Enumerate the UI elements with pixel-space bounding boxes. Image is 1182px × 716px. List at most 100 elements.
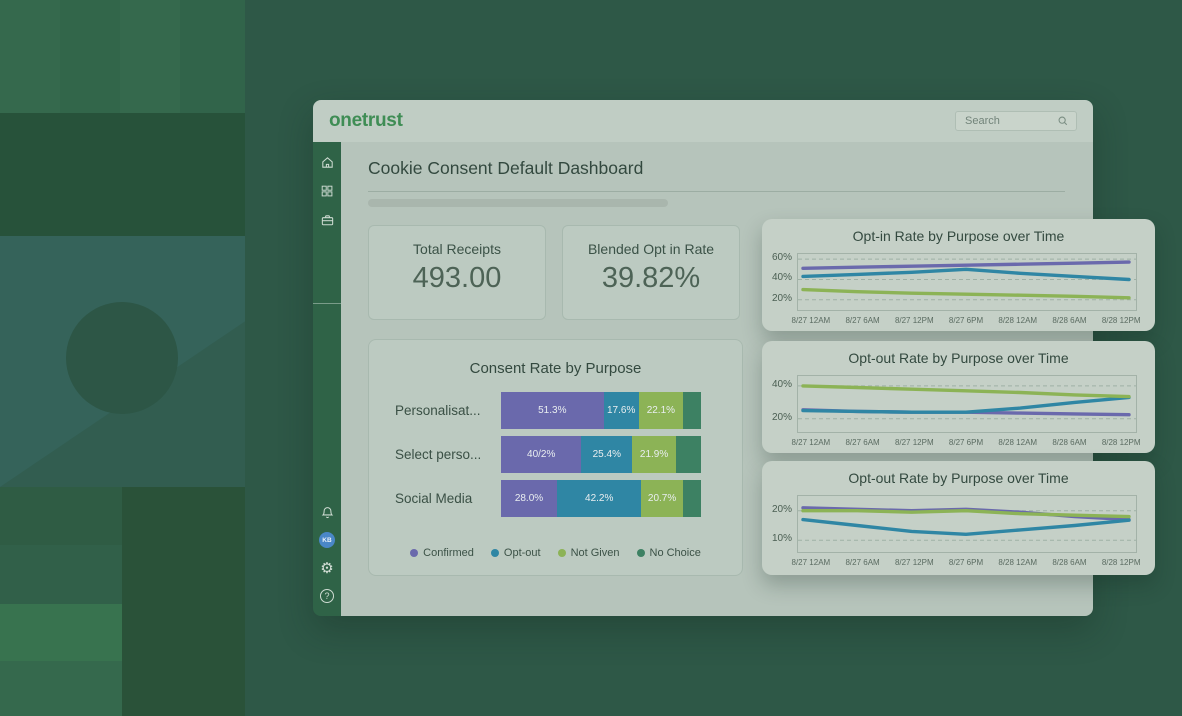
search-input[interactable] xyxy=(963,114,1057,128)
legend-item: Confirmed xyxy=(410,547,474,559)
chart-plot xyxy=(797,495,1137,553)
bar-track: 51.3% 17.6% 22.1% xyxy=(501,392,701,429)
legend-label: Opt-out xyxy=(504,547,541,559)
chart-title: Opt-in Rate by Purpose over Time xyxy=(762,228,1155,244)
bar-segment xyxy=(683,480,701,517)
legend-dot xyxy=(491,549,499,557)
page-title: Cookie Consent Default Dashboard xyxy=(368,158,643,179)
bar-segment: 21.9% xyxy=(632,436,676,473)
bar-segment: 20.7% xyxy=(641,480,682,517)
x-axis-label: 8/28 12PM xyxy=(1095,316,1147,325)
bar-segment-value: 51.3% xyxy=(538,405,566,416)
x-axis-label: 8/28 6AM xyxy=(1044,316,1096,325)
legend-item: Opt-out xyxy=(491,547,541,559)
x-axis-labels: 8/27 12AM8/27 6AM8/27 12PM8/27 6PM8/28 1… xyxy=(785,558,1147,567)
legend-item: Not Given xyxy=(558,547,620,559)
legend-dot xyxy=(410,549,418,557)
settings-gear-icon[interactable]: ⚙ xyxy=(319,560,335,576)
stat-card-blended-opt-in-rate: Blended Opt in Rate 39.82% xyxy=(562,225,740,320)
stat-value: 39.82% xyxy=(602,262,700,295)
bell-icon[interactable] xyxy=(319,504,335,520)
x-axis-label: 8/27 12AM xyxy=(785,558,837,567)
bar-row: Select perso... 40/2% 25.4% 21.9% xyxy=(383,436,728,473)
bar-track: 40/2% 25.4% 21.9% xyxy=(501,436,701,473)
consent-bar-rows: Personalisat... 51.3% 17.6% 22.1% Select per… xyxy=(383,392,728,524)
x-axis-labels: 8/27 12AM8/27 6AM8/27 12PM8/27 6PM8/28 1… xyxy=(785,438,1147,447)
x-axis-label: 8/28 12PM xyxy=(1095,558,1147,567)
line-chart: 20%40%60%8/27 12AM8/27 6AM8/27 12PM8/27 … xyxy=(762,247,1155,331)
x-axis-label: 8/27 12PM xyxy=(888,316,940,325)
stat-card-total-receipts: Total Receipts 493.00 xyxy=(368,225,546,320)
bg-shape xyxy=(0,113,245,236)
x-axis-label: 8/27 12PM xyxy=(888,558,940,567)
opt-in-rate-chart-card: Opt-in Rate by Purpose over Time 20%40%6… xyxy=(762,219,1155,331)
bar-row-label: Select perso... xyxy=(383,447,501,462)
bar-segment-value: 40/2% xyxy=(527,449,555,460)
y-axis-label: 60% xyxy=(762,252,792,263)
x-axis-label: 8/27 6PM xyxy=(940,438,992,447)
x-axis-label: 8/28 6AM xyxy=(1044,558,1096,567)
line-chart: 10%20%8/27 12AM8/27 6AM8/27 12PM8/27 6PM… xyxy=(762,489,1155,573)
bar-track: 28.0% 42.2% 20.7% xyxy=(501,480,701,517)
bar-segment: 42.2% xyxy=(557,480,641,517)
bar-row: Personalisat... 51.3% 17.6% 22.1% xyxy=(383,392,728,429)
stat-label: Total Receipts xyxy=(413,241,501,257)
user-avatar[interactable]: KB xyxy=(319,532,335,548)
y-axis-label: 40% xyxy=(762,379,792,390)
bg-shape xyxy=(60,0,120,113)
y-axis-label: 10% xyxy=(762,533,792,544)
apps-grid-icon[interactable] xyxy=(319,183,335,199)
bar-segment: 17.6% xyxy=(604,392,639,429)
legend-dot xyxy=(637,549,645,557)
bg-shape xyxy=(0,604,122,661)
bar-segment: 40/2% xyxy=(501,436,581,473)
briefcase-icon[interactable] xyxy=(319,212,335,228)
legend-item: No Choice xyxy=(637,547,701,559)
search-icon[interactable] xyxy=(1057,115,1069,127)
x-axis-label: 8/27 6PM xyxy=(940,558,992,567)
chart-plot xyxy=(797,375,1137,433)
bg-circle xyxy=(66,302,178,414)
bar-segment-value: 25.4% xyxy=(593,449,621,460)
opt-out-rate-chart-card-2: Opt-out Rate by Purpose over Time 10%20%… xyxy=(762,461,1155,575)
search-box[interactable] xyxy=(955,111,1077,131)
x-axis-label: 8/28 12AM xyxy=(992,438,1044,447)
bar-row-label: Personalisat... xyxy=(383,403,501,418)
chart-plot xyxy=(797,253,1137,311)
bg-shape xyxy=(0,661,122,716)
x-axis-label: 8/27 6AM xyxy=(837,316,889,325)
consent-rate-chart-card: Consent Rate by Purpose Personalisat...5… xyxy=(368,339,743,576)
x-axis-label: 8/28 12AM xyxy=(992,558,1044,567)
legend-dot xyxy=(558,549,566,557)
page-background: onetrust xyxy=(0,0,1182,716)
x-axis-label: 8/28 12AM xyxy=(992,316,1044,325)
x-axis-label: 8/27 6PM xyxy=(940,316,992,325)
bar-segment xyxy=(683,392,701,429)
legend-label: No Choice xyxy=(650,547,701,559)
home-icon[interactable] xyxy=(319,154,335,170)
bar-segment-value: 42.2% xyxy=(585,493,613,504)
line-chart: 20%40%8/27 12AM8/27 6AM8/27 12PM8/27 6PM… xyxy=(762,369,1155,453)
y-axis-label: 20% xyxy=(762,293,792,304)
legend-label: Confirmed xyxy=(423,547,474,559)
chart-title: Opt-out Rate by Purpose over Time xyxy=(762,350,1155,366)
bg-shape xyxy=(122,487,245,716)
onetrust-logo: onetrust xyxy=(329,110,403,132)
help-icon[interactable]: ? xyxy=(319,588,335,604)
bar-segment: 28.0% xyxy=(501,480,557,517)
bar-segment-value: 28.0% xyxy=(515,493,543,504)
stat-value: 493.00 xyxy=(413,262,502,295)
sidebar-bottom-group: KB ⚙ ? xyxy=(313,504,341,604)
x-axis-label: 8/28 12PM xyxy=(1095,438,1147,447)
sidebar-divider xyxy=(313,303,341,304)
bar-segment: 25.4% xyxy=(581,436,632,473)
x-axis-label: 8/27 6AM xyxy=(837,558,889,567)
bar-segment: 22.1% xyxy=(639,392,683,429)
bar-row: Social Media28.0%42.2%20.7% xyxy=(383,480,728,517)
opt-out-rate-chart-card-1: Opt-out Rate by Purpose over Time 20%40%… xyxy=(762,341,1155,453)
skeleton-loading-bar xyxy=(368,199,668,207)
bar-segment-value: 17.6% xyxy=(607,405,635,416)
bg-shape xyxy=(0,545,122,604)
bar-segment-value: 21.9% xyxy=(640,449,668,460)
bar-segment: 51.3% xyxy=(501,392,604,429)
